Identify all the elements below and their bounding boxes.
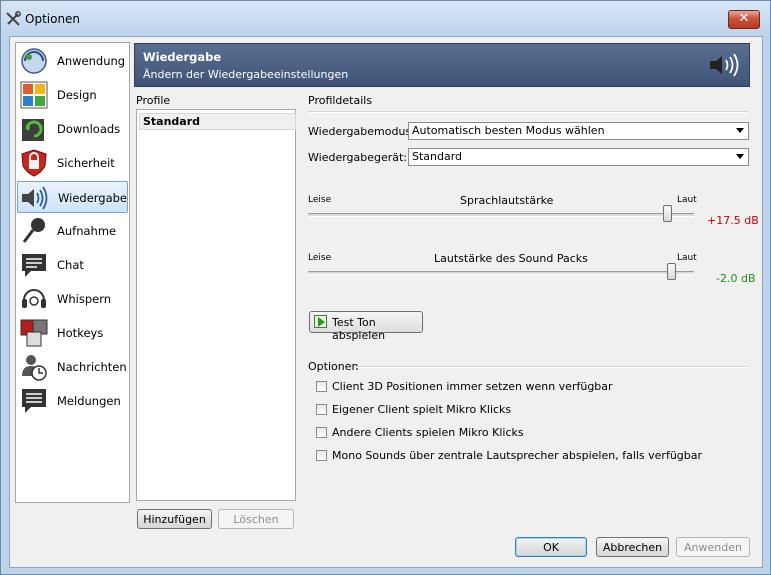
add-profile-button[interactable]: Hinzufügen	[137, 509, 212, 529]
dialog-body: Anwendung Design Downloads Sicherheit Wi…	[9, 36, 763, 568]
playback-mode-value: Automatisch besten Modus wählen	[412, 124, 605, 137]
details-divider	[308, 111, 748, 113]
sidebar-item-anwendung[interactable]: Anwendung	[17, 45, 128, 77]
sidebar-item-chat[interactable]: Chat	[17, 249, 128, 281]
playback-device-select[interactable]: Standard	[408, 148, 749, 166]
option-label[interactable]: Eigener Client spielt Mikro Klicks	[332, 403, 511, 416]
option-checkbox[interactable]	[316, 450, 327, 461]
headset-icon	[22, 289, 46, 308]
option-label[interactable]: Client 3D Positionen immer setzen wenn v…	[332, 380, 613, 393]
sidebar-item-nachrichten[interactable]: Nachrichten	[17, 351, 128, 383]
options-divider	[356, 366, 748, 368]
voice-volume-track[interactable]	[308, 213, 694, 217]
sidebar-item-label: Nachrichten	[57, 360, 127, 374]
title-bar[interactable]: Optionen ✕	[1, 1, 770, 36]
sidebar-item-label: Meldungen	[57, 394, 121, 408]
sidebar-item-label: Hotkeys	[57, 326, 104, 340]
options-label: Optionen	[308, 360, 359, 373]
playback-mode-label: Wiedergabemodus:	[308, 125, 415, 138]
delete-profile-button[interactable]: Löschen	[218, 509, 294, 529]
sidebar-item-label: Chat	[57, 258, 84, 272]
option-checkbox[interactable]	[316, 427, 327, 438]
close-button[interactable]: ✕	[728, 10, 760, 29]
voice-volume-low-label: Leise	[308, 195, 332, 205]
hotkeys-icon	[20, 319, 48, 347]
sidebar-item-label: Anwendung	[57, 54, 126, 68]
option-label[interactable]: Andere Clients spielen Mikro Klicks	[332, 426, 524, 439]
sidebar-item-wiedergabe[interactable]: Wiedergabe	[17, 181, 128, 213]
test-sound-label: Test Ton abspielen	[332, 316, 386, 342]
options-window: Optionen ✕ Anwendung Design Downloads Si…	[0, 0, 771, 575]
downloads-icon	[22, 119, 44, 141]
sidebar-item-label: Sicherheit	[57, 156, 115, 170]
chat-icon	[22, 254, 46, 277]
soundpack-volume-title: Lautstärke des Sound Packs	[434, 252, 588, 265]
speaker-icon	[710, 53, 739, 77]
window-title: Optionen	[25, 12, 81, 26]
soundpack-volume-value: -2.0 dB	[716, 272, 756, 285]
sidebar-item-downloads[interactable]: Downloads	[17, 113, 128, 145]
notifications-icon	[22, 389, 46, 413]
playback-mode-select[interactable]: Automatisch besten Modus wählen	[408, 122, 749, 140]
sidebar-item-label: Design	[57, 88, 97, 102]
tools-icon	[6, 11, 21, 26]
chevron-down-icon	[736, 154, 744, 159]
messages-icon	[22, 355, 47, 381]
sidebar-item-sicherheit[interactable]: Sicherheit	[17, 147, 128, 179]
sidebar-item-hotkeys[interactable]: Hotkeys	[17, 317, 128, 349]
sidebar-item-aufnahme[interactable]: Aufnahme	[17, 215, 128, 247]
soundpack-volume-high-label: Laut	[677, 253, 697, 263]
playback-icon	[22, 186, 48, 210]
profiles-list[interactable]: Standard	[136, 109, 296, 501]
soundpack-volume-low-label: Leise	[308, 253, 332, 263]
voice-volume-value: +17.5 dB	[707, 214, 759, 227]
playback-device-label: Wiedergabegerät:	[308, 151, 408, 164]
option-label[interactable]: Mono Sounds über zentrale Lautsprecher a…	[332, 449, 702, 462]
sidebar-item-label: Downloads	[57, 122, 121, 136]
playback-device-value: Standard	[412, 150, 463, 163]
voice-volume-slider-thumb[interactable]	[662, 205, 672, 222]
section-title: Wiedergabe	[143, 50, 222, 64]
option-checkbox[interactable]	[316, 381, 327, 392]
option-checkbox[interactable]	[316, 404, 327, 415]
microphone-icon	[22, 218, 45, 243]
sidebar-item-label: Whispern	[57, 292, 112, 306]
soundpack-volume-track[interactable]	[308, 271, 694, 275]
test-sound-button[interactable]: Test Ton abspielen	[309, 311, 423, 342]
list-item[interactable]: Standard	[139, 113, 296, 130]
chevron-down-icon	[736, 128, 744, 133]
soundpack-volume-slider-thumb[interactable]	[666, 263, 676, 280]
voice-volume-high-label: Laut	[677, 195, 697, 205]
sidebar-item-label: Aufnahme	[57, 224, 117, 238]
design-icon	[20, 81, 48, 109]
voice-volume-title: Sprachlautstärke	[460, 194, 554, 207]
section-header: Wiedergabe Ändern der Wiedergabeeinstell…	[134, 43, 750, 87]
security-icon	[21, 149, 47, 177]
apply-button[interactable]: Anwenden	[676, 537, 750, 557]
cancel-button[interactable]: Abbrechen	[596, 537, 669, 557]
ok-button[interactable]: OK	[515, 537, 587, 557]
section-subtitle: Ändern der Wiedergabeeinstellungen	[143, 68, 349, 81]
category-sidebar: Anwendung Design Downloads Sicherheit Wi…	[15, 42, 130, 503]
sidebar-item-meldungen[interactable]: Meldungen	[17, 385, 128, 417]
details-label: Profildetails	[308, 94, 373, 107]
sidebar-item-label: Wiedergabe	[58, 191, 128, 205]
play-icon	[314, 315, 327, 328]
sidebar-item-whispern[interactable]: Whispern	[17, 283, 128, 315]
profiles-label: Profile	[136, 94, 171, 107]
sidebar-item-design[interactable]: Design	[17, 79, 128, 111]
application-icon	[21, 48, 47, 74]
